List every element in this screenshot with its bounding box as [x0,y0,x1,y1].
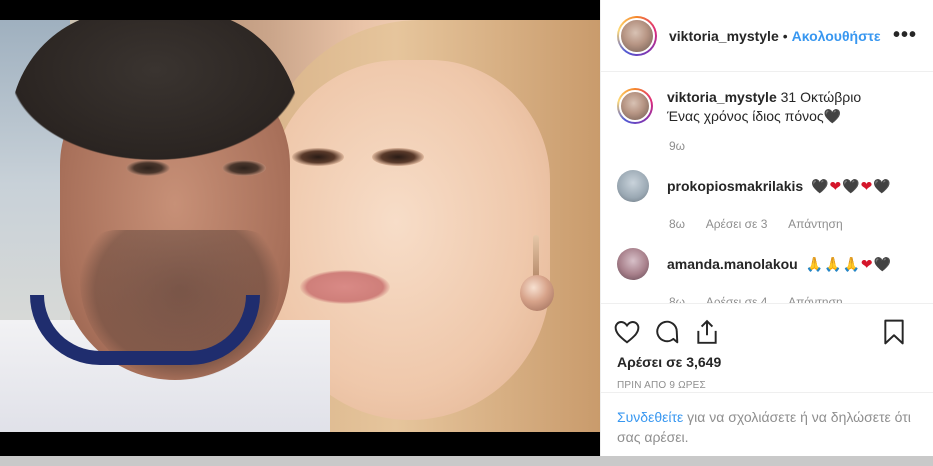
photo-man-hair [10,20,300,160]
photo-man-eye-right [222,160,266,176]
comment-likes[interactable]: Αρέσει σε 3 [706,217,768,231]
login-link[interactable]: Συνδεθείτε [617,409,683,425]
post-photo-pane [0,0,600,466]
caption: viktoria_mystyle 31 Οκτώβριο Ένας χρόνος… [617,88,917,126]
comment-age[interactable]: 8ω [669,217,685,231]
comment-emojis: 🙏🙏🙏❤🖤 [806,256,892,272]
caption-meta: 9ω [669,132,917,160]
caption-date: 31 Οκτώβριο [780,89,862,105]
comment-username[interactable]: prokopiosmakrilakis [667,178,803,194]
post-header: viktoria_mystyle • Ακολουθήστε ••• [601,0,933,72]
photo-woman-eye-left [292,148,344,166]
emoji: ❤ [829,177,843,194]
comment-text: prokopiosmakrilakis 🖤❤🖤❤🖤 [667,178,892,195]
caption-username[interactable]: viktoria_mystyle [667,89,777,105]
author-avatar[interactable] [617,15,657,56]
bookmark-icon[interactable] [882,319,906,345]
caption-avatar[interactable] [617,88,653,124]
caption-text: Ένας χρόνος ίδιος πόνος [667,108,824,124]
more-options-icon[interactable]: ••• [893,24,917,47]
post-sidebar: viktoria_mystyle • Ακολουθήστε ••• vikto… [600,0,933,466]
photo-man-collar [30,295,260,365]
comment-avatar[interactable] [617,248,649,280]
black-heart-emoji: 🖤 [823,108,842,124]
likes-count[interactable]: Αρέσει σε 3,649 [601,354,933,370]
follow-button[interactable]: Ακολουθήστε [792,28,881,44]
share-icon[interactable] [694,319,720,345]
login-prompt: Συνδεθείτε για να σχολιάσετε ή να δηλώσε… [601,392,933,461]
author-username[interactable]: viktoria_mystyle [669,28,779,44]
post-timestamp[interactable]: ΠΡΙΝ ΑΠΟ 9 ΩΡΕΣ [601,380,933,391]
photo-woman-lips [300,270,390,304]
caption-avatar-image [619,90,651,122]
caption-age[interactable]: 9ω [669,139,685,153]
comment-meta: 8ω Αρέσει σε 4 Απάντηση [669,288,917,303]
comments-section[interactable]: viktoria_mystyle 31 Οκτώβριο Ένας χρόνος… [601,72,933,304]
comment-likes[interactable]: Αρέσει σε 4 [706,295,768,303]
action-bar [601,304,933,350]
comment-meta: 8ω Αρέσει σε 3 Απάντηση [669,210,917,238]
comment-age[interactable]: 8ω [669,295,685,303]
emoji: 🙏 [824,255,843,272]
emoji: 🙏 [842,255,861,272]
photo-man-eye-left [126,160,170,176]
emoji: 🖤 [842,177,861,194]
heart-icon[interactable] [614,320,640,344]
page-bottom-bar [0,456,933,466]
author-avatar-image [619,17,655,54]
photo-woman-eye-right [372,148,424,166]
comment-icon[interactable] [654,319,680,345]
photo-earring-bar [533,235,539,279]
post-photo[interactable] [0,20,600,432]
comment-avatar[interactable] [617,170,649,202]
caption-text-block: viktoria_mystyle 31 Οκτώβριο Ένας χρόνος… [667,88,861,126]
comment-emojis: 🖤❤🖤❤🖤 [811,178,892,194]
emoji: 🖤 [873,177,892,194]
comment-item: prokopiosmakrilakis 🖤❤🖤❤🖤 [617,170,917,202]
emoji: 🖤 [873,255,893,272]
header-separator: • [782,27,788,44]
emoji: ❤ [860,177,874,194]
photo-earring [520,275,554,311]
emoji: ❤ [860,255,874,272]
comment-text: amanda.manolakou 🙏🙏🙏❤🖤 [667,256,892,273]
reply-button[interactable]: Απάντηση [788,217,843,231]
emoji: 🖤 [811,177,830,194]
comment-item: amanda.manolakou 🙏🙏🙏❤🖤 [617,248,917,280]
emoji: 🙏 [805,255,825,272]
reply-button[interactable]: Απάντηση [788,295,843,303]
comment-username[interactable]: amanda.manolakou [667,256,798,272]
